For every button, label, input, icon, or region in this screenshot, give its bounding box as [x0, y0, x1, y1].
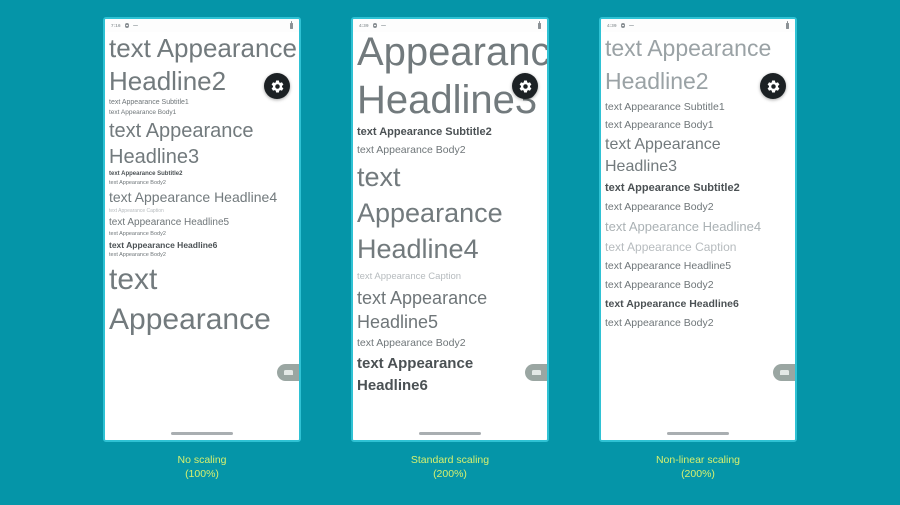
drawer-handle-bar — [531, 370, 541, 375]
text-sample-subtitle1: text Appearance Subtitle1 — [605, 101, 725, 113]
settings-fab-button[interactable] — [264, 73, 290, 99]
text-sample-body2: text Appearance Body2 — [357, 144, 466, 156]
text-sample-body2: text Appearance Body2 — [109, 231, 166, 237]
screen-content-3[interactable]: text Appearance Headline2 text Appearance… — [601, 32, 795, 426]
status-bar-1: 7:16 — [105, 19, 299, 32]
drawer-handle-icon[interactable] — [773, 364, 795, 381]
settings-fab-button[interactable] — [512, 73, 538, 99]
text-sample-overflow: text Appearance — [109, 263, 271, 336]
text-sample-caption: text Appearance Caption — [605, 240, 737, 254]
caption-label: No scaling — [177, 454, 227, 466]
panel-standard-scaling: 4:39 text Appearance Headline3text Appea… — [350, 17, 550, 481]
caption-label: Non-linear scaling — [655, 454, 741, 466]
text-sample-subtitle1: text Appearance Subtitle1 — [109, 99, 189, 106]
notification-dot-icon — [620, 23, 625, 28]
text-sample-subtitle2: text Appearance Subtitle2 — [109, 171, 183, 177]
signal-icon — [381, 24, 386, 27]
notification-dot-icon — [124, 23, 129, 28]
text-sample-body2: text Appearance Body2 — [357, 337, 466, 349]
text-sample-subtitle2: text Appearance Subtitle2 — [357, 126, 492, 138]
status-bar-3: 4:39 — [601, 19, 795, 32]
home-indicator[interactable] — [171, 431, 233, 435]
battery-icon — [786, 21, 789, 29]
home-indicator[interactable] — [419, 431, 481, 435]
text-sample-headline4: text Appearance Headline4 — [357, 162, 503, 264]
drawer-handle-icon[interactable] — [277, 364, 299, 381]
text-sample-caption: text Appearance Caption — [357, 271, 462, 282]
caption-percent: (100%) — [185, 468, 219, 480]
caption-no-scaling: No scaling (100%) — [177, 453, 226, 481]
notification-dot-icon — [372, 23, 377, 28]
phone-frame-1: 7:16 text Appearance Headline2 text Appea… — [103, 17, 301, 442]
text-sample-body1: text Appearance Body1 — [109, 109, 177, 116]
text-sample-headline6: text Appearance Headline6 — [109, 240, 218, 250]
caption-standard-scaling: Standard scaling (200%) — [411, 453, 489, 481]
gear-icon — [767, 79, 779, 92]
status-bar-time: 4:39 — [359, 23, 369, 28]
text-sample-caption: text Appearance Caption — [109, 208, 164, 214]
text-sample-headline5: text Appearance Headline5 — [605, 260, 732, 272]
nav-bar-2 — [353, 426, 547, 440]
settings-fab-button[interactable] — [760, 73, 786, 99]
panel-non-linear-scaling: 4:39 text Appearance Headline2 text Appea… — [598, 17, 798, 481]
gear-icon — [271, 79, 283, 92]
signal-icon — [133, 24, 138, 27]
text-sample-headline5: text Appearance Headline5 — [109, 217, 230, 228]
status-bar-time: 4:39 — [607, 23, 617, 28]
panel-no-scaling: 7:16 text Appearance Headline2 text Appea… — [102, 17, 302, 481]
status-bar-2: 4:39 — [353, 19, 547, 32]
text-sample-body2: text Appearance Body2 — [109, 180, 166, 186]
text-sample-headline6: text Appearance Headline6 — [605, 298, 739, 310]
caption-percent: (200%) — [433, 468, 467, 480]
battery-icon — [290, 21, 293, 29]
screen-content-1[interactable]: text Appearance Headline2 text Appearance… — [105, 32, 299, 426]
text-sample-headline3: text Appearance Headline3 — [605, 136, 721, 175]
text-sample-headline3: text Appearance Headline3 — [109, 120, 254, 168]
comparison-stage: 7:16 text Appearance Headline2 text Appea… — [0, 0, 900, 505]
text-sample-body2: text Appearance Body2 — [605, 317, 714, 329]
drawer-handle-bar — [283, 370, 293, 375]
nav-bar-3 — [601, 426, 795, 440]
text-sample-headline5: text Appearance Headline5 — [357, 288, 488, 332]
text-sample-body2: text Appearance Body2 — [605, 201, 714, 213]
phone-frame-3: 4:39 text Appearance Headline2 text Appea… — [599, 17, 797, 442]
drawer-handle-icon[interactable] — [525, 364, 547, 381]
screen-content-2[interactable]: text Appearance Headline3text Appearance… — [353, 32, 547, 426]
text-sample-subtitle2: text Appearance Subtitle2 — [605, 182, 740, 194]
text-sample-headline6: text Appearance Headline6 — [357, 355, 474, 394]
caption-label: Standard scaling — [410, 454, 490, 466]
caption-percent: (200%) — [681, 468, 715, 480]
text-sample-body2: text Appearance Body2 — [605, 279, 714, 291]
drawer-handle-bar — [779, 370, 789, 375]
status-bar-time: 7:16 — [111, 23, 121, 28]
text-sample-headline4: text Appearance Headline4 — [605, 219, 762, 234]
gear-icon — [519, 79, 531, 92]
phone-frame-2: 4:39 text Appearance Headline3text Appea… — [351, 17, 549, 442]
text-sample-body1: text Appearance Body1 — [605, 119, 714, 131]
home-indicator[interactable] — [667, 431, 729, 435]
text-sample-body2: text Appearance Body2 — [109, 252, 166, 258]
caption-non-linear-scaling: Non-linear scaling (200%) — [656, 453, 740, 481]
nav-bar-1 — [105, 426, 299, 440]
text-sample-headline4: text Appearance Headline4 — [109, 189, 278, 205]
battery-icon — [538, 21, 541, 29]
signal-icon — [629, 24, 634, 27]
